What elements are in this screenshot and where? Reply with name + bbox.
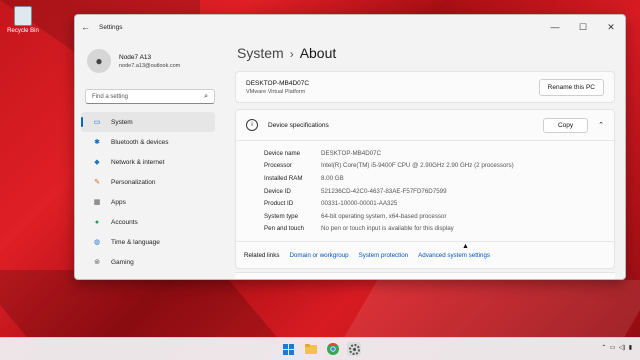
nav-list: ▭ System ✱ Bluetooth & devices ◆ Network… bbox=[75, 112, 223, 272]
search-placeholder: Find a setting bbox=[92, 93, 129, 100]
system-tray[interactable]: ⌃ ▭ ◁) ▮ bbox=[601, 344, 632, 351]
spec-row: Processor Intel(R) Core(TM) i5-9400F CPU … bbox=[264, 160, 614, 173]
globe-clock-icon: ◍ bbox=[93, 239, 101, 246]
spec-key: Device name bbox=[264, 149, 301, 157]
chevron-up-icon[interactable]: ⌃ bbox=[601, 345, 606, 351]
breadcrumb-about: About bbox=[299, 45, 337, 61]
spec-value: 00331-10000-00001-AA325 bbox=[321, 200, 398, 208]
spec-key: Installed RAM bbox=[264, 174, 303, 182]
device-specs-title: Device specifications bbox=[268, 121, 329, 129]
profile-email: node7.a13@outlook.com bbox=[119, 62, 181, 69]
sidebar-item-label: Accounts bbox=[111, 218, 138, 226]
sidebar-item-gaming[interactable]: ⊚ Gaming bbox=[81, 252, 215, 272]
spec-row: Product ID 00331-10000-00001-AA325 bbox=[264, 197, 614, 210]
chevron-up-icon[interactable]: ⌃ bbox=[598, 121, 604, 129]
next-card-edge bbox=[235, 272, 615, 279]
main-content: System › About DESKTOP-MB4D07C VMware Virt… bbox=[235, 39, 615, 279]
recycle-bin-label: Recycle Bin bbox=[7, 28, 39, 34]
sidebar-item-network[interactable]: ◆ Network & internet bbox=[81, 152, 215, 172]
person-icon: ● bbox=[94, 218, 100, 226]
spec-row: Device ID 521236CD-42C0-4637-83AE-F57FD76… bbox=[264, 185, 614, 198]
recycle-bin-shortcut[interactable]: Recycle Bin bbox=[6, 6, 40, 34]
sidebar: ● Node7 A13 node7.a13@outlook.com Find a… bbox=[75, 39, 223, 279]
sidebar-item-apps[interactable]: ▦ Apps bbox=[81, 192, 215, 212]
spec-key: Processor bbox=[264, 162, 292, 170]
spec-row: Pen and touch No pen or touch input is av… bbox=[264, 223, 614, 236]
minimize-button[interactable]: — bbox=[541, 22, 569, 33]
spec-row: Installed RAM 8.00 GB bbox=[264, 172, 614, 185]
sidebar-item-time-language[interactable]: ◍ Time & language bbox=[81, 232, 215, 252]
sidebar-item-system[interactable]: ▭ System bbox=[81, 112, 215, 132]
spec-row: System type 64-bit operating system, x64-… bbox=[264, 210, 614, 223]
spec-value: No pen or touch input is available for t… bbox=[321, 225, 454, 233]
search-icon[interactable]: ⌕ bbox=[204, 93, 208, 101]
spec-value: 521236CD-42C0-4637-83AE-F57FD76D7599 bbox=[321, 187, 447, 195]
platform-name: VMware Virtual Platform bbox=[246, 88, 306, 95]
spec-key: System type bbox=[264, 212, 299, 220]
sidebar-item-label: Time & language bbox=[111, 238, 160, 246]
info-icon: i bbox=[246, 119, 258, 131]
domain-or-workgroup-link[interactable]: Domain or workgroup bbox=[289, 252, 348, 259]
wallpaper-facet bbox=[342, 280, 640, 340]
network-icon[interactable]: ▭ bbox=[610, 345, 616, 351]
window-title: Settings bbox=[99, 23, 123, 31]
recycle-bin-icon bbox=[14, 6, 32, 26]
user-profile[interactable]: ● Node7 A13 node7.a13@outlook.com bbox=[75, 39, 223, 73]
advanced-system-settings-link[interactable]: Advanced system settings bbox=[418, 252, 490, 259]
controller-icon: ⊚ bbox=[94, 259, 100, 266]
spec-value: 8.00 GB bbox=[321, 174, 344, 182]
sidebar-item-label: System bbox=[111, 118, 133, 126]
battery-icon[interactable]: ▮ bbox=[629, 345, 632, 351]
monitor-icon: ▭ bbox=[93, 119, 101, 126]
apps-icon: ▦ bbox=[93, 199, 101, 206]
maximize-button[interactable]: ☐ bbox=[569, 22, 597, 33]
copy-button[interactable]: Copy bbox=[542, 117, 589, 133]
pc-name-card: DESKTOP-MB4D07C VMware Virtual Platform … bbox=[235, 71, 615, 103]
related-links: Related links Domain or workgroup System… bbox=[236, 241, 614, 268]
page-title: System › About bbox=[237, 45, 615, 61]
sidebar-item-bluetooth[interactable]: ✱ Bluetooth & devices bbox=[81, 132, 215, 152]
spec-key: Product ID bbox=[264, 200, 294, 208]
sidebar-item-label: Bluetooth & devices bbox=[111, 138, 169, 146]
device-specifications-card: i Device specifications Copy ⌃ Device na… bbox=[235, 109, 615, 270]
spec-key: Pen and touch bbox=[264, 225, 304, 233]
profile-name: Node7 A13 bbox=[119, 53, 152, 61]
brush-icon: ✎ bbox=[94, 179, 100, 186]
device-specs-header[interactable]: i Device specifications Copy ⌃ bbox=[236, 110, 614, 141]
bluetooth-icon: ✱ bbox=[94, 139, 100, 146]
avatar-person-icon: ● bbox=[87, 49, 111, 73]
taskbar: ⌃ ▭ ◁) ▮ bbox=[0, 337, 640, 360]
file-explorer-icon[interactable] bbox=[304, 342, 318, 356]
spec-value: DESKTOP-MB4D07C bbox=[321, 149, 382, 157]
back-arrow-icon[interactable]: ← bbox=[81, 22, 95, 32]
sidebar-item-label: Network & internet bbox=[111, 158, 165, 166]
mouse-cursor-icon: ▲ bbox=[462, 243, 469, 250]
settings-gear-icon[interactable] bbox=[347, 342, 361, 356]
close-button[interactable]: ✕ bbox=[597, 22, 625, 33]
spec-value: 64-bit operating system, x64-based proce… bbox=[321, 212, 447, 220]
breadcrumb-system[interactable]: System bbox=[237, 45, 284, 61]
wifi-icon: ◆ bbox=[94, 159, 100, 166]
sidebar-item-label: Gaming bbox=[111, 258, 134, 266]
specs-list: Device name DESKTOP-MB4D07C Processor Inte… bbox=[236, 141, 614, 241]
spec-key: Device ID bbox=[264, 187, 291, 195]
sidebar-item-label: Apps bbox=[111, 198, 126, 206]
sidebar-item-personalization[interactable]: ✎ Personalization bbox=[81, 172, 215, 192]
chrome-icon[interactable] bbox=[326, 342, 340, 356]
settings-window: ← Settings — ☐ ✕ ● Node7 A13 node7.a13@o… bbox=[74, 14, 626, 280]
breadcrumb-separator: › bbox=[289, 47, 294, 61]
sidebar-item-accounts[interactable]: ● Accounts bbox=[81, 212, 215, 232]
spec-row: Device name DESKTOP-MB4D07C bbox=[264, 147, 614, 160]
wallpaper-facet bbox=[0, 270, 280, 340]
device-name: DESKTOP-MB4D07C bbox=[246, 79, 310, 87]
search-input[interactable]: Find a setting ⌕ bbox=[85, 89, 215, 104]
related-links-label: Related links bbox=[244, 251, 280, 259]
windows-start-icon[interactable] bbox=[281, 342, 295, 356]
system-protection-link[interactable]: System protection bbox=[359, 252, 409, 259]
title-bar: ← Settings — ☐ ✕ bbox=[75, 15, 625, 39]
rename-pc-button[interactable]: Rename this PC bbox=[538, 78, 604, 96]
volume-icon[interactable]: ◁) bbox=[619, 345, 626, 351]
spec-value: Intel(R) Core(TM) i5-9400F CPU @ 2.90GHz… bbox=[321, 162, 514, 170]
sidebar-item-label: Personalization bbox=[111, 178, 156, 186]
